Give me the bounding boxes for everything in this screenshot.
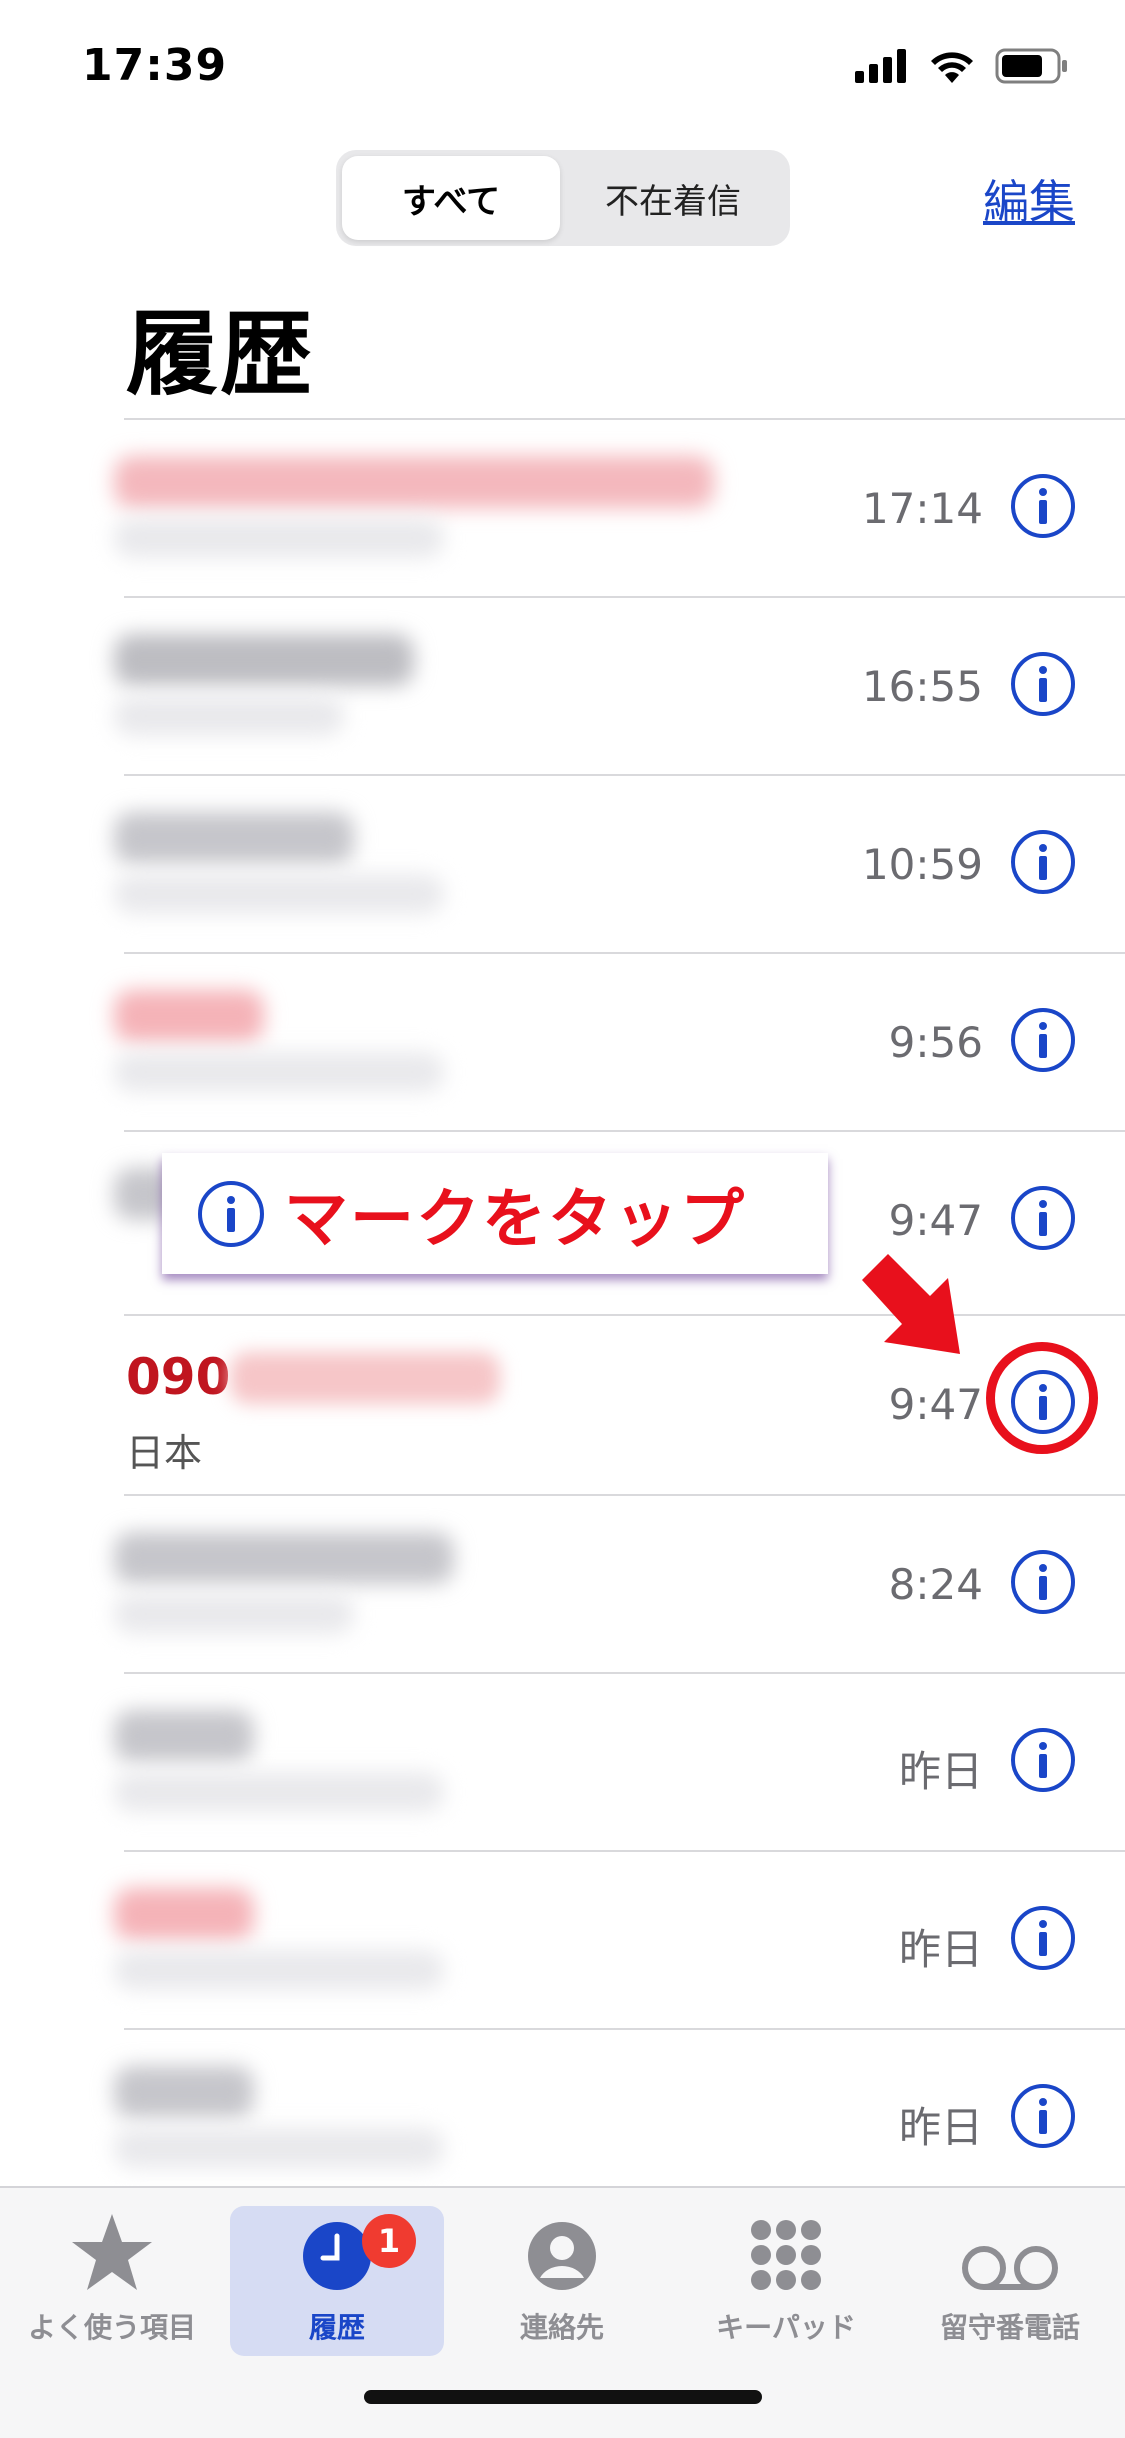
call-row[interactable]: 16:55 xyxy=(114,596,1125,774)
info-icon[interactable] xyxy=(1011,830,1075,894)
status-icons xyxy=(855,48,1069,84)
call-time: 昨日 xyxy=(898,1747,983,1796)
blurred-caller-detail xyxy=(114,1052,444,1092)
tab-label: よく使う項目 xyxy=(27,2311,196,2344)
call-time: 10:59 xyxy=(861,840,983,889)
blurred-caller-detail xyxy=(114,1594,354,1634)
annotation-callout: マークをタップ xyxy=(162,1153,828,1274)
info-icon[interactable] xyxy=(1011,1008,1075,1072)
tab-voicemail[interactable]: 留守番電話 xyxy=(910,2206,1110,2356)
keypad-icon xyxy=(751,2220,821,2290)
call-time: 9:47 xyxy=(888,1196,983,1245)
blurred-caller-name xyxy=(114,1710,254,1762)
blurred-caller-detail xyxy=(114,696,344,736)
call-time: 9:56 xyxy=(888,1018,983,1067)
info-icon[interactable] xyxy=(1011,652,1075,716)
call-time: 9:47 xyxy=(888,1380,983,1429)
highlight-ring xyxy=(986,1342,1098,1454)
call-row[interactable]: 10:59 xyxy=(114,774,1125,952)
tab-label: 履歴 xyxy=(308,2311,365,2344)
caller-number-prefix: 090 xyxy=(126,1348,231,1406)
info-icon[interactable] xyxy=(1011,474,1075,538)
clock-icon xyxy=(303,2222,371,2290)
tab-recents[interactable]: 1 履歴 xyxy=(230,2206,444,2356)
call-time: 昨日 xyxy=(898,1925,983,1974)
info-icon[interactable] xyxy=(1011,1728,1075,1792)
call-row[interactable]: 昨日 xyxy=(114,1672,1125,1850)
blurred-caller-name xyxy=(114,456,714,508)
call-time: 17:14 xyxy=(861,484,983,533)
call-row[interactable]: 17:14 xyxy=(114,418,1125,596)
tab-label: 連絡先 xyxy=(519,2311,604,2344)
cellular-signal-icon xyxy=(855,49,906,83)
call-filter-segmented-control: すべて 不在着信 xyxy=(336,150,790,246)
annotation-arrow-icon xyxy=(862,1254,960,1354)
blurred-caller-number xyxy=(230,1352,500,1404)
star-icon xyxy=(72,2214,152,2290)
person-icon xyxy=(528,2222,596,2290)
wifi-icon xyxy=(931,52,973,83)
edit-button[interactable]: 編集 xyxy=(983,166,1075,232)
blurred-caller-name xyxy=(114,1532,454,1584)
call-time: 8:24 xyxy=(888,1560,983,1609)
voicemail-icon xyxy=(962,2246,1058,2290)
segment-all[interactable]: すべて xyxy=(342,156,560,240)
call-row[interactable]: 昨日 xyxy=(114,1850,1125,2028)
page-title: 履歴 xyxy=(126,301,315,408)
segment-missed[interactable]: 不在着信 xyxy=(562,156,784,240)
battery-icon xyxy=(995,48,1067,84)
blurred-caller-name xyxy=(114,2066,254,2118)
caller-location: 日本 xyxy=(126,1431,203,1475)
blurred-caller-name xyxy=(114,1888,254,1940)
tab-label: 留守番電話 xyxy=(939,2311,1080,2344)
blurred-caller-name xyxy=(114,812,354,864)
blurred-caller-detail xyxy=(114,874,444,914)
tab-label: キーパッド xyxy=(716,2311,856,2344)
info-icon[interactable] xyxy=(1011,2084,1075,2148)
blurred-caller-detail xyxy=(114,1950,444,1990)
info-icon[interactable] xyxy=(1011,1550,1075,1614)
info-icon[interactable] xyxy=(1011,1186,1075,1250)
blurred-caller-name xyxy=(114,634,414,686)
tab-favorites[interactable]: よく使う項目 xyxy=(12,2206,212,2356)
call-row[interactable]: 8:24 xyxy=(114,1494,1125,1672)
status-time: 17:39 xyxy=(82,40,228,91)
call-time: 16:55 xyxy=(861,662,983,711)
home-indicator[interactable] xyxy=(364,2390,762,2404)
annotation-text: マークをタップ xyxy=(284,1182,746,1257)
tab-contacts[interactable]: 連絡先 xyxy=(462,2206,662,2356)
blurred-caller-name xyxy=(114,990,264,1042)
info-icon[interactable] xyxy=(1011,1906,1075,1970)
missed-call-badge: 1 xyxy=(362,2214,416,2268)
status-bar: 17:39 xyxy=(0,0,1125,140)
call-time: 昨日 xyxy=(898,2103,983,2152)
tab-keypad[interactable]: キーパッド xyxy=(686,2206,886,2356)
call-row[interactable]: 昨日 xyxy=(114,2028,1125,2206)
blurred-caller-detail xyxy=(114,1772,444,1812)
info-icon xyxy=(198,1180,264,1247)
blurred-caller-detail xyxy=(114,2128,444,2168)
blurred-caller-detail xyxy=(114,518,444,558)
call-row[interactable]: 9:56 xyxy=(114,952,1125,1130)
